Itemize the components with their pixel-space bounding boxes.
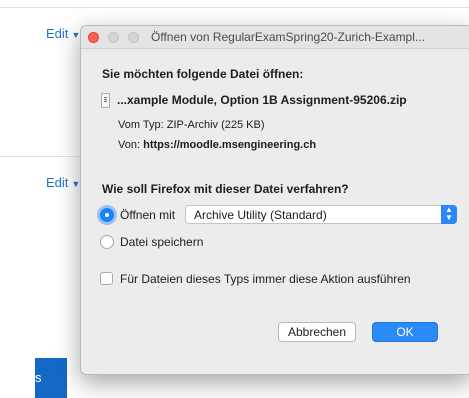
file-type-label: Vom Typ:	[118, 119, 164, 131]
caret-down-icon: ▼	[71, 179, 81, 189]
file-icon	[101, 93, 110, 108]
dialog-titlebar[interactable]: Öffnen von RegularExamSpring20-Zurich-Ex…	[81, 26, 469, 49]
file-source-line: Von: https://moodle.msengineering.ch	[118, 139, 316, 151]
file-name: ...xample Module, Option 1B Assignment-9…	[117, 93, 407, 107]
caret-down-icon: ▼	[71, 30, 81, 40]
open-with-radio[interactable]	[100, 208, 114, 222]
page-bottom-button[interactable]: s	[35, 358, 67, 398]
edit-label-1: Edit	[46, 26, 69, 41]
always-do-this-label[interactable]: Für Dateien dieses Typs immer diese Akti…	[120, 272, 411, 286]
file-source-label: Von:	[118, 139, 141, 151]
app-select[interactable]: Archive Utility (Standard) ▲ ▼	[185, 205, 457, 224]
minimize-window-button[interactable]	[108, 32, 119, 43]
file-type-line: Vom Typ: ZIP-Archiv (225 KB)	[118, 119, 265, 131]
close-window-button[interactable]	[88, 32, 99, 43]
file-source-url: https://moodle.msengineering.ch	[143, 139, 317, 151]
open-question-heading: Sie möchten folgende Datei öffnen:	[102, 67, 304, 81]
always-do-this-checkbox[interactable]	[100, 272, 113, 285]
edit-menu-2[interactable]: Edit ▼	[46, 175, 80, 190]
cancel-button[interactable]: Abbrechen	[278, 322, 356, 342]
page-bottom-button-label: s	[35, 370, 42, 385]
open-file-dialog: Öffnen von RegularExamSpring20-Zurich-Ex…	[80, 25, 469, 375]
save-file-radio[interactable]	[100, 235, 114, 249]
action-question-heading: Wie soll Firefox mit dieser Datei verfah…	[102, 182, 349, 196]
dialog-title: Öffnen von RegularExamSpring20-Zurich-Ex…	[151, 30, 425, 44]
edit-label-2: Edit	[46, 175, 69, 190]
maximize-window-button[interactable]	[128, 32, 139, 43]
app-select-value: Archive Utility (Standard)	[194, 208, 327, 222]
open-with-label[interactable]: Öffnen mit	[120, 208, 175, 222]
page-divider-top	[0, 7, 469, 8]
select-updown-icon[interactable]: ▲ ▼	[441, 205, 457, 224]
edit-menu-1[interactable]: Edit ▼	[46, 26, 80, 41]
file-type-value: ZIP-Archiv (225 KB)	[166, 119, 265, 131]
save-file-label[interactable]: Datei speichern	[120, 235, 203, 249]
ok-button[interactable]: OK	[372, 322, 438, 342]
